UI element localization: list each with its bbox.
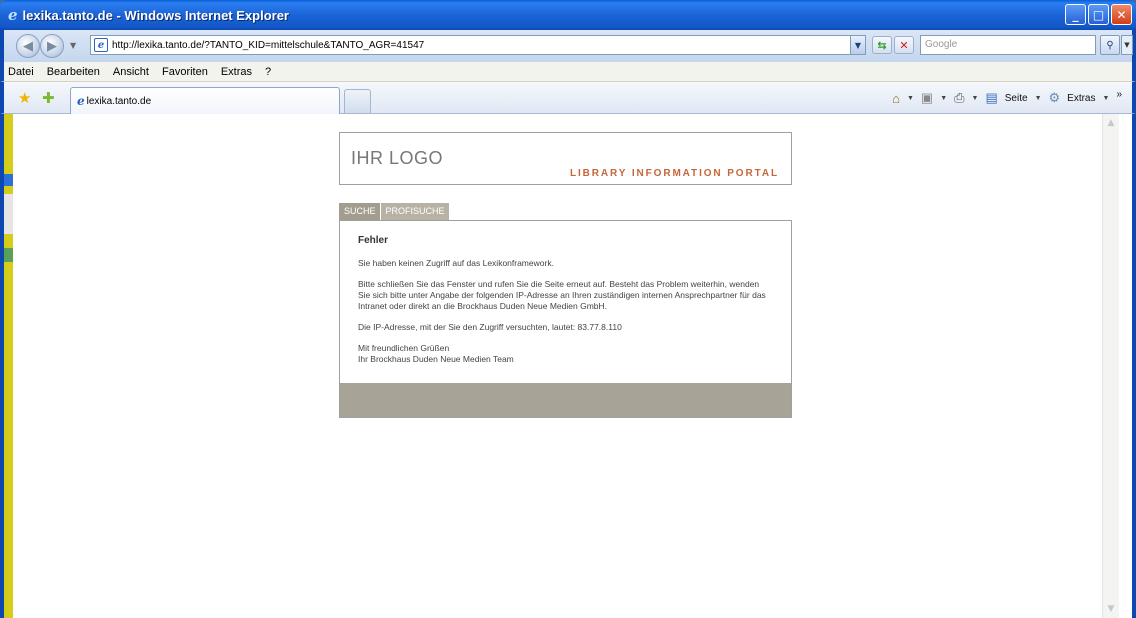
forward-arrow-icon: ▶ — [47, 38, 57, 54]
menu-help[interactable]: ? — [265, 66, 271, 78]
gear-icon: ⚙ — [1048, 90, 1061, 105]
search-options-button[interactable]: ▼ — [1121, 35, 1133, 55]
stop-icon: ✕ — [899, 38, 909, 52]
menu-extras[interactable]: Extras — [221, 66, 252, 78]
error-instructions: Bitte schließen Sie das Fenster und rufe… — [358, 279, 766, 311]
stop-button[interactable]: ✕ — [894, 36, 914, 54]
tab-profisuche[interactable]: PROFISUCHE — [379, 203, 449, 220]
window-controls: _ □ ✕ — [1065, 4, 1132, 25]
window-titlebar[interactable]: e lexika.tanto.de - Windows Internet Exp… — [0, 0, 1136, 30]
maximize-button[interactable]: □ — [1088, 4, 1109, 25]
menu-ansicht[interactable]: Ansicht — [113, 66, 149, 78]
search-input[interactable]: Google — [920, 35, 1096, 55]
portal-tabs: SUCHE PROFISUCHE — [339, 203, 792, 220]
tools-dropdown-icon[interactable]: ▼ — [1103, 95, 1110, 102]
tools-menu-button[interactable]: Extras — [1067, 93, 1095, 104]
home-dropdown-icon[interactable]: ▼ — [907, 95, 914, 102]
page-dropdown-icon[interactable]: ▼ — [1035, 95, 1042, 102]
window-title: lexika.tanto.de - Windows Internet Explo… — [22, 7, 289, 23]
tab-bar: ★ ✚ e lexika.tanto.de ⌂ ▼ ▣ ▼ ⎙ ▼ ▤ Seit… — [0, 82, 1136, 114]
feed-icon[interactable]: ▣ — [921, 90, 933, 106]
error-heading: Fehler — [358, 235, 389, 246]
strip-green — [4, 248, 13, 262]
background-window-strip — [4, 114, 13, 618]
error-message: Sie haben keinen Zugriff auf das Lexikon… — [358, 258, 554, 268]
refresh-icon: ⇆ — [877, 38, 887, 52]
add-favorite-icon[interactable]: ✚ — [42, 89, 55, 107]
overflow-chevron-icon[interactable]: » — [1116, 89, 1122, 100]
address-dropdown-button[interactable]: ▼ — [850, 35, 866, 55]
command-bar: ⌂ ▼ ▣ ▼ ⎙ ▼ ▤ Seite ▼ ⚙ Extras ▼ » — [892, 89, 1122, 106]
scroll-down-icon[interactable]: ▼ — [1105, 603, 1117, 615]
menu-bearbeiten[interactable]: Bearbeiten — [47, 66, 100, 78]
web-page: IHR LOGO LIBRARY INFORMATION PORTAL SUCH… — [13, 114, 1119, 618]
new-tab-button[interactable] — [344, 89, 371, 113]
ip-address-text: Die IP-Adresse, mit der Sie den Zugriff … — [358, 322, 622, 332]
library-portal: IHR LOGO LIBRARY INFORMATION PORTAL SUCH… — [339, 132, 792, 418]
print-dropdown-icon[interactable]: ▼ — [972, 95, 979, 102]
portal-header: IHR LOGO LIBRARY INFORMATION PORTAL — [339, 132, 792, 185]
tab-suche[interactable]: SUCHE — [339, 203, 380, 220]
minimize-button[interactable]: _ — [1065, 4, 1086, 25]
print-icon[interactable]: ⎙ — [954, 90, 964, 106]
strip-grey — [4, 194, 13, 234]
home-icon[interactable]: ⌂ — [892, 91, 900, 106]
menu-bar: Datei Bearbeiten Ansicht Favoriten Extra… — [0, 62, 1136, 82]
error-body: Fehler Sie haben keinen Zugriff auf das … — [340, 221, 791, 383]
search-icon: ⚲ — [1106, 39, 1114, 51]
vertical-scrollbar[interactable]: ▲ ▼ — [1102, 114, 1119, 618]
page-menu-button[interactable]: Seite — [1005, 93, 1028, 104]
close-button[interactable]: ✕ — [1111, 4, 1132, 25]
star-icon[interactable]: ★ — [18, 89, 31, 107]
back-arrow-icon: ◀ — [23, 38, 33, 54]
url-text: http://lexika.tanto.de/?TANTO_KID=mittel… — [112, 39, 425, 51]
feed-dropdown-icon[interactable]: ▼ — [940, 95, 947, 102]
tab-label: lexika.tanto.de — [86, 95, 152, 107]
greeting-text: Mit freundlichen Grüßen — [358, 343, 450, 353]
address-field[interactable]: e http://lexika.tanto.de/?TANTO_KID=mitt… — [90, 35, 866, 55]
strip-blue — [4, 174, 13, 186]
forward-button[interactable]: ▶ — [40, 34, 64, 58]
page-favicon-icon: e — [94, 38, 108, 52]
page-icon: ▤ — [985, 90, 998, 105]
tab-favicon-icon: e — [77, 94, 85, 108]
refresh-button[interactable]: ⇆ — [872, 36, 892, 54]
ie-logo-icon: e — [8, 6, 18, 24]
content-area: IHR LOGO LIBRARY INFORMATION PORTAL SUCH… — [0, 114, 1136, 618]
portal-tagline: LIBRARY INFORMATION PORTAL — [569, 168, 779, 179]
signature-text: Ihr Brockhaus Duden Neue Medien Team — [358, 354, 514, 364]
history-dropdown-button[interactable]: ▼ — [70, 41, 76, 50]
logo-placeholder: IHR LOGO — [351, 148, 444, 168]
address-toolbar: ◀ ▶ ▼ e http://lexika.tanto.de/?TANTO_KI… — [0, 30, 1136, 62]
menu-datei[interactable]: Datei — [8, 66, 34, 78]
error-panel: Fehler Sie haben keinen Zugriff auf das … — [339, 220, 792, 418]
menu-favoriten[interactable]: Favoriten — [162, 66, 208, 78]
panel-footer — [340, 383, 791, 417]
tab-lexika[interactable]: e lexika.tanto.de — [70, 87, 340, 114]
scroll-up-icon[interactable]: ▲ — [1105, 117, 1117, 129]
search-button[interactable]: ⚲ — [1100, 35, 1120, 55]
back-button[interactable]: ◀ — [16, 34, 40, 58]
